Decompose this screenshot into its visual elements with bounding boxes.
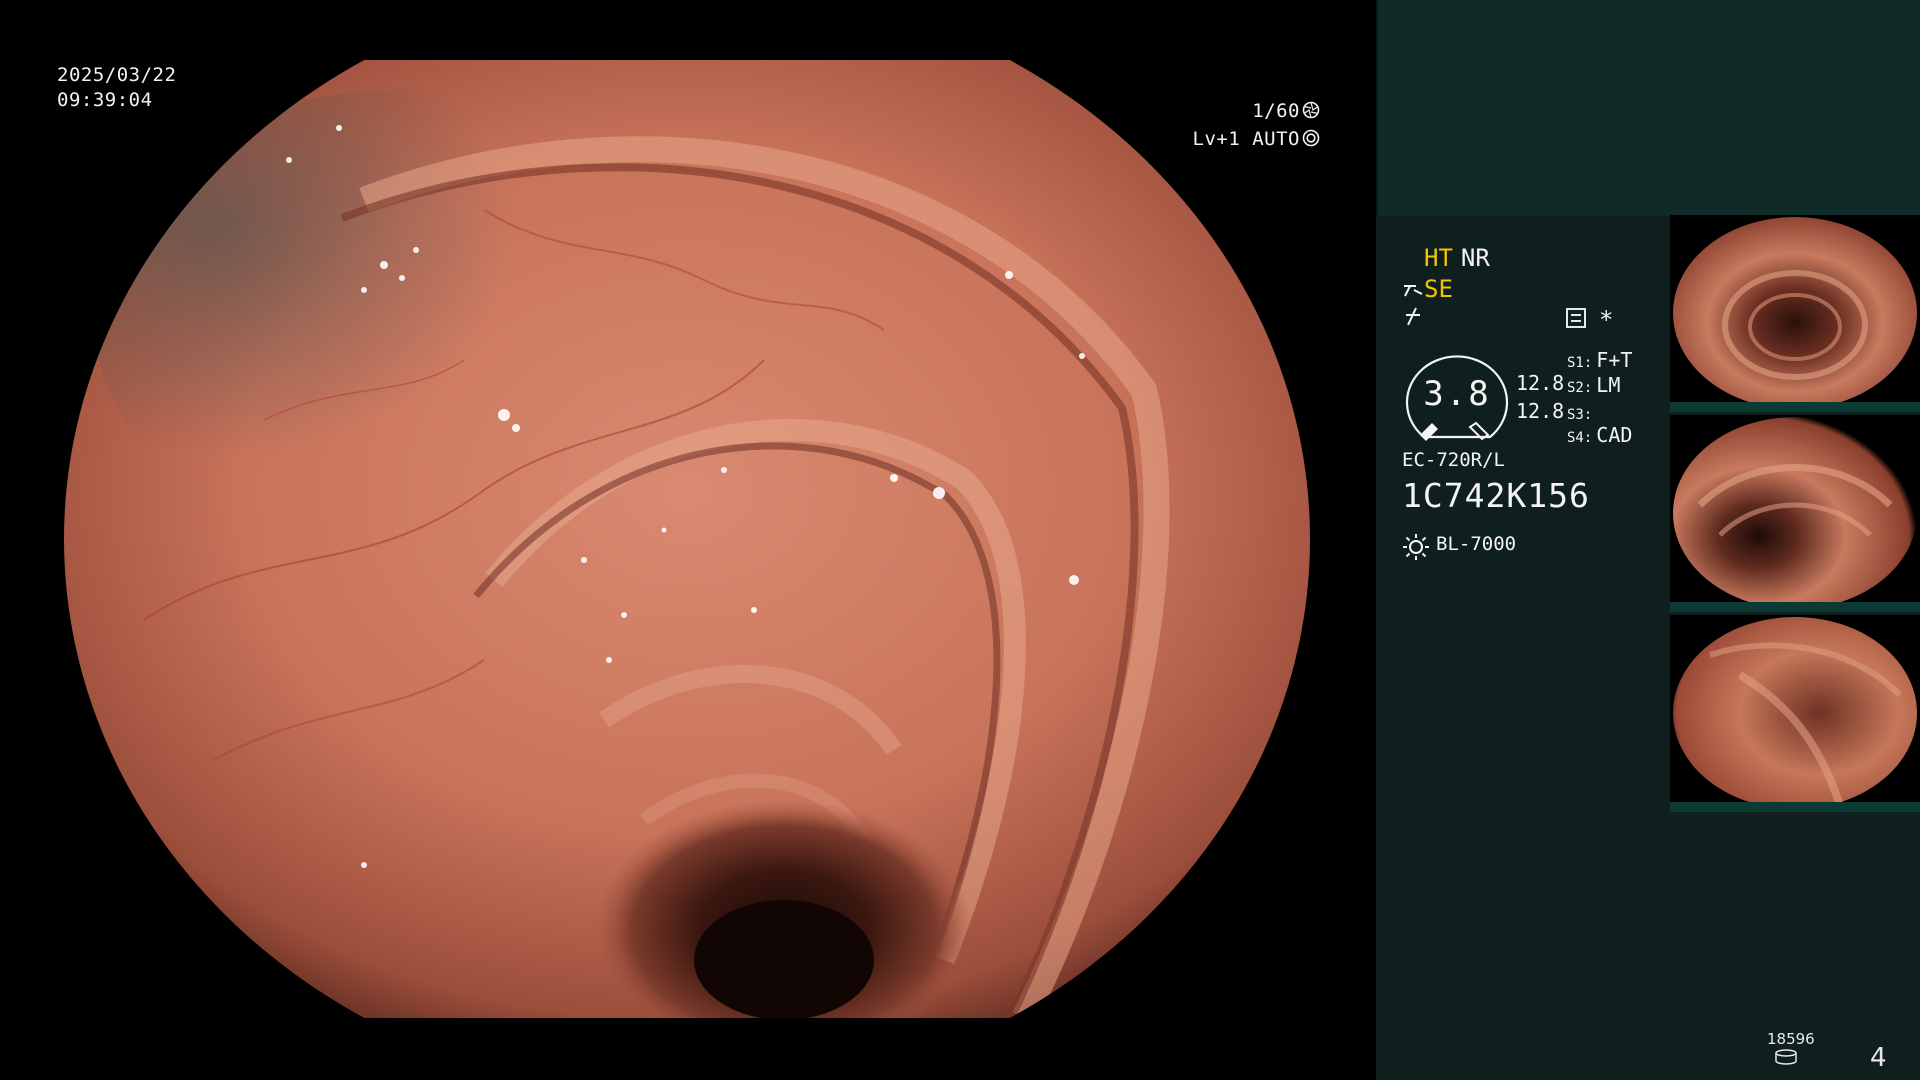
- disk-stack-icon: [1775, 1049, 1797, 1065]
- exposure-value-1: 12.8: [1516, 371, 1565, 395]
- info-panel: HT NR SE * 3.8 12.8 12.8 S1: F+T S2: LM S3:…: [1376, 0, 1920, 1080]
- aperture-icon: [1302, 101, 1320, 119]
- image-count: 18596: [1767, 1030, 1815, 1048]
- shutter-speed-value: 1/60: [1252, 100, 1300, 122]
- thumbnail-image: [1673, 617, 1917, 809]
- panel-header-bar: [1376, 0, 1920, 216]
- thumbnail-status-bar: [1670, 402, 1920, 412]
- colon-lumen-image: [64, 60, 1310, 1018]
- time-text: 09:39:04: [57, 89, 153, 111]
- switch-s2-value: LM: [1596, 373, 1621, 397]
- se-label: SE: [1424, 275, 1453, 303]
- brightness-level: Lv+1 AUTO: [1193, 127, 1320, 152]
- switch-s4: S4: CAD: [1567, 423, 1632, 447]
- capture-thumbnail[interactable]: [1670, 215, 1920, 412]
- capture-thumbnail[interactable]: [1670, 615, 1920, 812]
- switch-s2: S2: LM: [1567, 373, 1620, 397]
- iris-icon: [1302, 129, 1320, 147]
- enhance-icon: [1404, 285, 1423, 297]
- thumbnail-image: [1673, 417, 1917, 609]
- image-mode-row: HT NR: [1424, 244, 1490, 272]
- capture-thumbnail[interactable]: [1670, 415, 1920, 612]
- ht-label: HT: [1424, 244, 1453, 272]
- thumbnail-status-bar: [1670, 802, 1920, 812]
- switch-s2-label: S2:: [1567, 380, 1593, 396]
- scope-serial: 1C742K156: [1402, 476, 1590, 515]
- thumbnail-status-bar: [1670, 602, 1920, 612]
- edge-icon: [1406, 307, 1420, 326]
- structure-enhance-row: SE: [1402, 275, 1453, 303]
- switch-s1-value: F+T: [1596, 348, 1633, 372]
- thumbnail-image: [1673, 217, 1917, 409]
- shutter-speed: 1/60: [1252, 99, 1320, 124]
- structure-enhance-icon: [1566, 308, 1586, 328]
- switch-s3-label: S3:: [1567, 407, 1593, 423]
- sun-icon: [1403, 534, 1429, 560]
- star-mark: *: [1599, 306, 1614, 334]
- nr-label: NR: [1460, 244, 1490, 272]
- switch-s4-label: S4:: [1567, 430, 1593, 446]
- endoscopy-screen: 2025/03/22 09:39:04 1/60 Lv+1 AUTO HT NR …: [0, 0, 1920, 1080]
- exposure-value-2: 12.8: [1516, 399, 1565, 423]
- edge-enhance-row: [1402, 305, 1424, 333]
- date-text: 2025/03/22: [57, 64, 177, 86]
- zoom-value: 3.8: [1423, 374, 1491, 414]
- page-number: 4: [1870, 1043, 1887, 1073]
- switch-s4-value: CAD: [1596, 423, 1633, 447]
- brightness-level-value: Lv+1 AUTO: [1192, 128, 1300, 150]
- light-source: BL-7000: [1436, 533, 1517, 555]
- switch-s1: S1: F+T: [1567, 348, 1632, 372]
- switch-s3: S3:: [1567, 400, 1596, 424]
- scope-model: EC-720R/L: [1402, 449, 1505, 471]
- switch-s1-label: S1:: [1567, 355, 1593, 371]
- endoscope-live-view: 2025/03/22 09:39:04 1/60 Lv+1 AUTO: [0, 0, 1376, 1080]
